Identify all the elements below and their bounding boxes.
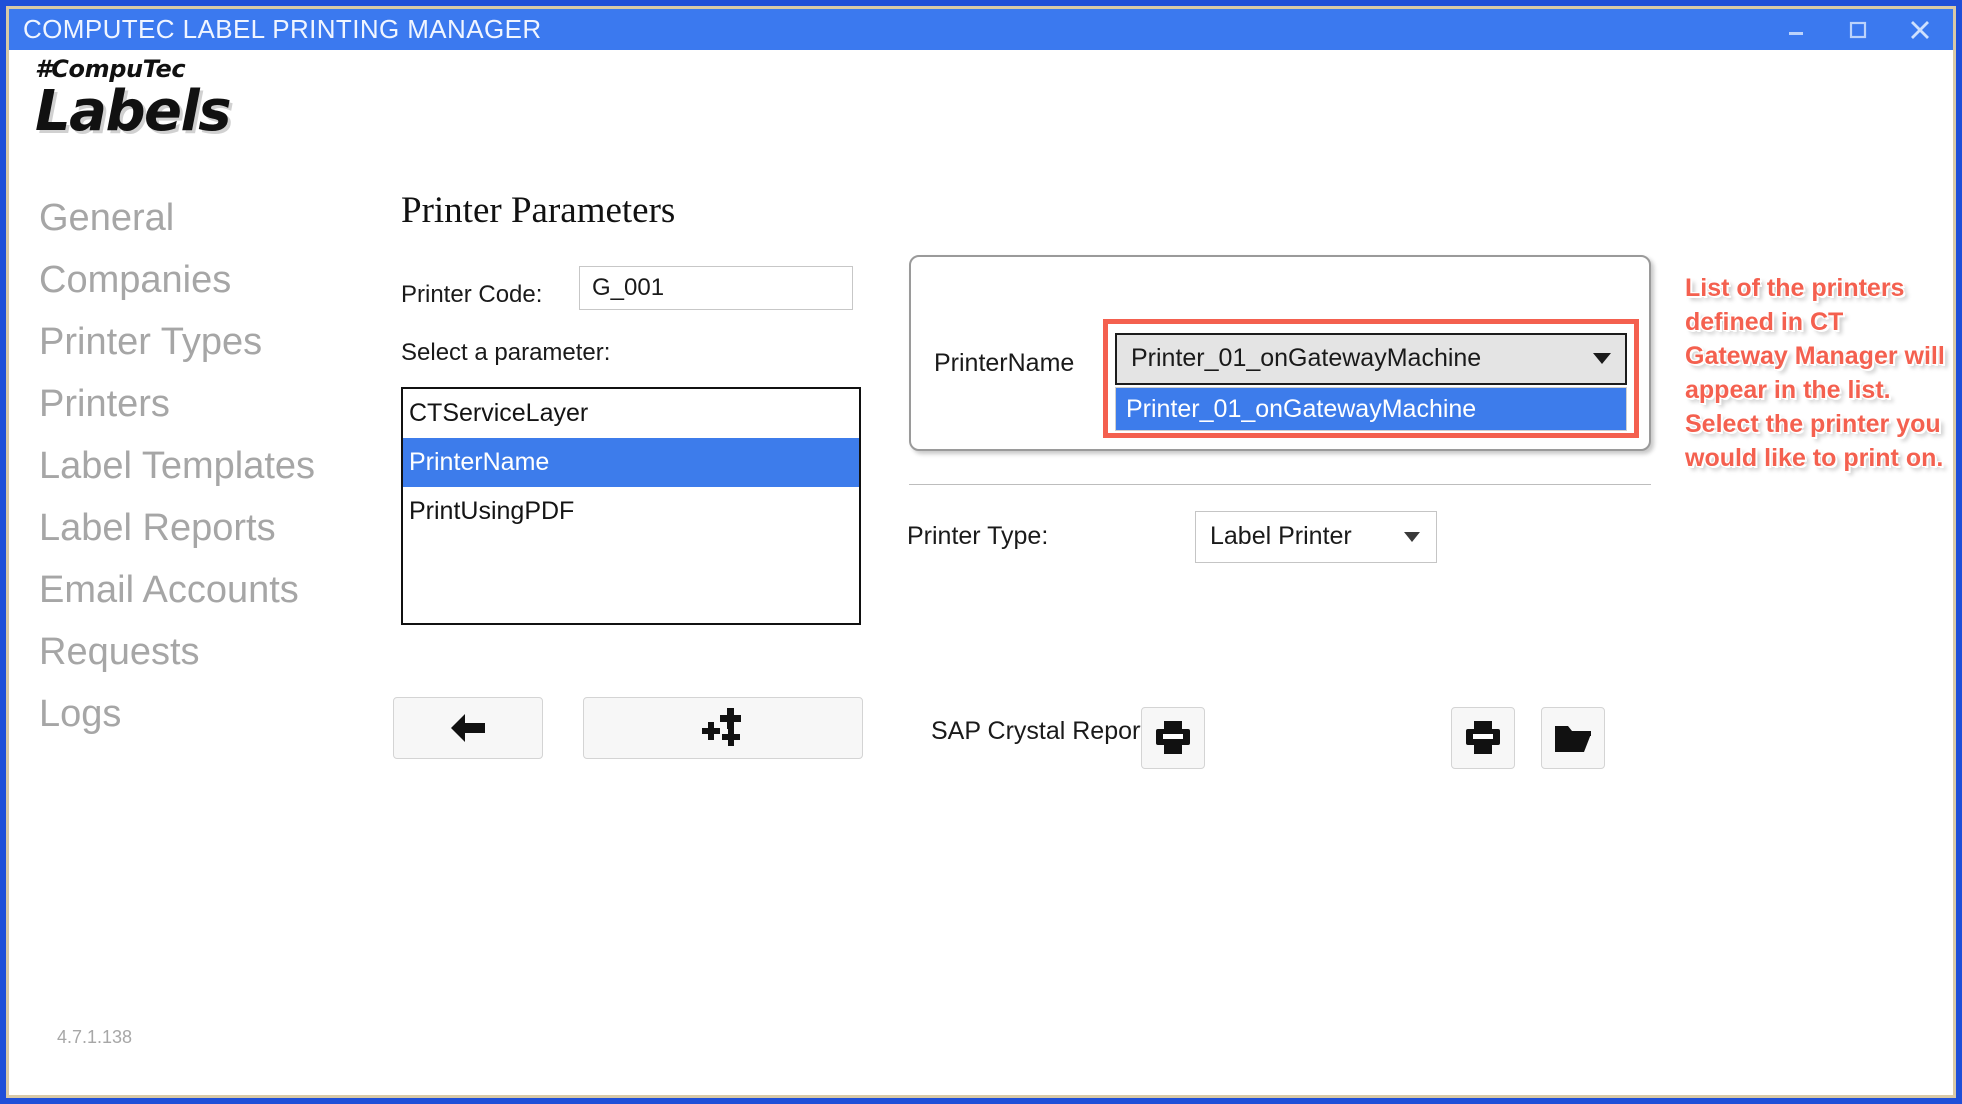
sidebar-item-printers[interactable]: Printers: [39, 375, 369, 437]
annotation-text: List of the printers defined in CT Gatew…: [1685, 271, 1953, 475]
open-file-button[interactable]: [1541, 707, 1605, 769]
back-button[interactable]: [393, 697, 543, 759]
add-all-parameters-button[interactable]: [583, 697, 863, 759]
sidebar-item-companies[interactable]: Companies: [39, 251, 369, 313]
list-item[interactable]: PrintUsingPDF: [403, 487, 859, 536]
minimize-button[interactable]: [1765, 9, 1827, 50]
list-item[interactable]: PrinterName: [403, 438, 859, 487]
dropdown-option[interactable]: Printer_01_onGatewayMachine: [1116, 388, 1626, 430]
sidebar-item-label-templates[interactable]: Label Templates: [39, 437, 369, 499]
chevron-down-icon: [1593, 353, 1611, 364]
application-window: COMPUTEC LABEL PRINTING MANAGER #CompuTe…: [0, 0, 1962, 1104]
sidebar-item-requests[interactable]: Requests: [39, 623, 369, 685]
add-multiple-icon: [700, 706, 746, 750]
printer-type-selected-value: Label Printer: [1210, 522, 1352, 551]
title-bar: COMPUTEC LABEL PRINTING MANAGER: [9, 9, 1953, 50]
select-parameter-label: Select a parameter:: [401, 339, 610, 367]
window-title: COMPUTEC LABEL PRINTING MANAGER: [23, 14, 542, 45]
arrow-left-icon: [445, 708, 491, 748]
folder-open-icon: [1552, 717, 1594, 759]
maximize-button[interactable]: [1827, 9, 1889, 50]
printer-code-input[interactable]: [579, 266, 853, 310]
printer-code-label: Printer Code:: [401, 281, 542, 309]
sidebar-item-label-reports[interactable]: Label Reports: [39, 499, 369, 561]
sidebar-nav: General Companies Printer Types Printers…: [39, 189, 369, 747]
parameter-list[interactable]: CTServiceLayer PrinterName PrintUsingPDF: [401, 387, 861, 625]
minimize-icon: [1784, 18, 1808, 42]
printer-type-dropdown[interactable]: Label Printer: [1195, 511, 1437, 563]
printer-icon: [1152, 717, 1194, 759]
page-title: Printer Parameters: [401, 189, 675, 232]
printer-type-label: Printer Type:: [907, 522, 1048, 551]
sap-crystal-report-label: SAP Crystal Report: [931, 717, 1147, 746]
section-divider: [909, 484, 1651, 485]
chevron-down-icon: [1404, 532, 1420, 542]
sidebar-item-printer-types[interactable]: Printer Types: [39, 313, 369, 375]
crystal-report-print-button[interactable]: [1141, 707, 1205, 769]
close-button[interactable]: [1889, 9, 1951, 50]
printer-icon: [1462, 717, 1504, 759]
app-logo: #CompuTec Labels: [35, 57, 335, 142]
sidebar-item-general[interactable]: General: [39, 189, 369, 251]
print-button[interactable]: [1451, 707, 1515, 769]
logo-product-text: Labels: [35, 83, 335, 142]
close-icon: [1906, 16, 1934, 44]
list-item[interactable]: CTServiceLayer: [403, 389, 859, 438]
printer-name-dropdown-list[interactable]: Printer_01_onGatewayMachine: [1115, 387, 1627, 431]
version-label: 4.7.1.138: [57, 1027, 132, 1048]
sidebar-item-logs[interactable]: Logs: [39, 685, 369, 747]
maximize-icon: [1846, 18, 1870, 42]
sidebar-item-email-accounts[interactable]: Email Accounts: [39, 561, 369, 623]
printer-name-selected-value: Printer_01_onGatewayMachine: [1131, 344, 1481, 373]
printer-name-label: PrinterName: [934, 349, 1074, 378]
printer-name-dropdown[interactable]: Printer_01_onGatewayMachine: [1115, 333, 1627, 385]
window-inner-frame: COMPUTEC LABEL PRINTING MANAGER #CompuTe…: [6, 6, 1956, 1098]
logo-brand-text: #CompuTec: [35, 57, 335, 81]
